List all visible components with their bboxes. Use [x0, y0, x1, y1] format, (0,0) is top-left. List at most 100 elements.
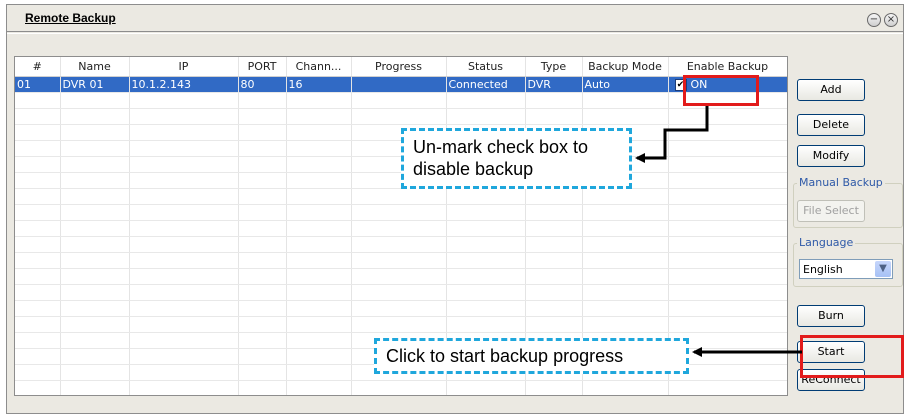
empty-cell [525, 92, 583, 109]
empty-cell [60, 140, 130, 157]
empty-cell [286, 140, 352, 157]
empty-cell [238, 316, 287, 333]
burn-button[interactable]: Burn [797, 305, 865, 327]
empty-cell [60, 316, 130, 333]
file-select-button[interactable]: File Select [797, 200, 865, 222]
manual-backup-label: Manual Backup [797, 176, 885, 189]
empty-table-row [15, 108, 787, 125]
title-separator [7, 31, 903, 34]
empty-cell [15, 316, 61, 333]
empty-cell [582, 380, 669, 395]
empty-cell [446, 252, 526, 269]
empty-cell [129, 316, 239, 333]
empty-cell [446, 316, 526, 333]
empty-cell [15, 108, 61, 125]
window-title: Remote Backup [25, 11, 116, 25]
empty-cell [525, 108, 583, 125]
empty-cell [668, 188, 787, 205]
empty-cell [129, 236, 239, 253]
empty-cell [15, 172, 61, 189]
empty-cell [582, 268, 669, 285]
empty-cell [15, 268, 61, 285]
empty-cell [129, 252, 239, 269]
column-header-channels[interactable]: Chann... [286, 57, 352, 77]
empty-cell [286, 204, 352, 221]
cell-backup-mode: Auto [582, 76, 669, 93]
empty-cell [238, 380, 287, 395]
empty-cell [668, 300, 787, 317]
cell-name: DVR 01 [60, 76, 130, 93]
empty-cell [525, 236, 583, 253]
empty-table-row [15, 204, 787, 221]
empty-cell [238, 348, 287, 365]
empty-cell [15, 252, 61, 269]
add-button[interactable]: Add [797, 79, 865, 101]
column-header-status[interactable]: Status [446, 57, 526, 77]
cell-port: 80 [238, 76, 287, 93]
empty-cell [582, 108, 669, 125]
empty-cell [238, 284, 287, 301]
empty-cell [286, 364, 352, 381]
column-header-backup-mode[interactable]: Backup Mode [582, 57, 669, 77]
empty-cell [668, 380, 787, 395]
empty-cell [15, 188, 61, 205]
language-select[interactable]: English ▼ [799, 259, 893, 279]
empty-cell [286, 300, 352, 317]
empty-table-row [15, 188, 787, 205]
empty-table-row [15, 284, 787, 301]
empty-table-row [15, 92, 787, 109]
start-button-highlight [800, 335, 904, 378]
empty-table-row [15, 316, 787, 333]
column-header-port[interactable]: PORT [238, 57, 287, 77]
empty-cell [286, 172, 352, 189]
empty-cell [15, 204, 61, 221]
empty-cell [129, 172, 239, 189]
empty-cell [351, 204, 447, 221]
empty-cell [238, 236, 287, 253]
cell-number: 01 [15, 76, 61, 93]
empty-cell [351, 268, 447, 285]
empty-cell [582, 204, 669, 221]
empty-cell [668, 204, 787, 221]
empty-cell [668, 124, 787, 141]
column-header-ip[interactable]: IP [129, 57, 239, 77]
empty-cell [129, 380, 239, 395]
modify-button[interactable]: Modify [797, 145, 865, 167]
start-callout-text: Click to start backup progress [386, 346, 624, 366]
empty-table-row [15, 380, 787, 395]
empty-cell [351, 380, 447, 395]
empty-cell [60, 172, 130, 189]
empty-cell [286, 92, 352, 109]
minimize-icon[interactable]: − [867, 13, 881, 27]
column-header-number[interactable]: # [15, 57, 61, 77]
uncheck-callout: Un-mark check box to disable backup [401, 128, 632, 189]
empty-cell [446, 236, 526, 253]
close-icon[interactable]: × [884, 13, 898, 27]
empty-cell [446, 92, 526, 109]
chevron-down-icon[interactable]: ▼ [875, 261, 891, 277]
empty-cell [129, 332, 239, 349]
empty-cell [238, 156, 287, 173]
empty-cell [286, 316, 352, 333]
empty-cell [286, 188, 352, 205]
column-header-name[interactable]: Name [60, 57, 130, 77]
empty-cell [129, 156, 239, 173]
empty-cell [525, 252, 583, 269]
empty-cell [60, 268, 130, 285]
column-header-progress[interactable]: Progress [351, 57, 447, 77]
empty-cell [60, 204, 130, 221]
empty-cell [525, 380, 583, 395]
column-header-enable-backup[interactable]: Enable Backup [668, 57, 787, 77]
empty-cell [238, 220, 287, 237]
delete-button[interactable]: Delete [797, 114, 865, 136]
empty-cell [60, 188, 130, 205]
empty-cell [238, 268, 287, 285]
cell-ip: 10.1.2.143 [129, 76, 239, 93]
column-header-type[interactable]: Type [525, 57, 583, 77]
table-row[interactable]: 01 DVR 01 10.1.2.143 80 16 Connected DVR… [15, 76, 787, 93]
empty-cell [15, 156, 61, 173]
empty-cell [286, 284, 352, 301]
empty-cell [129, 300, 239, 317]
empty-cell [129, 364, 239, 381]
empty-cell [129, 204, 239, 221]
